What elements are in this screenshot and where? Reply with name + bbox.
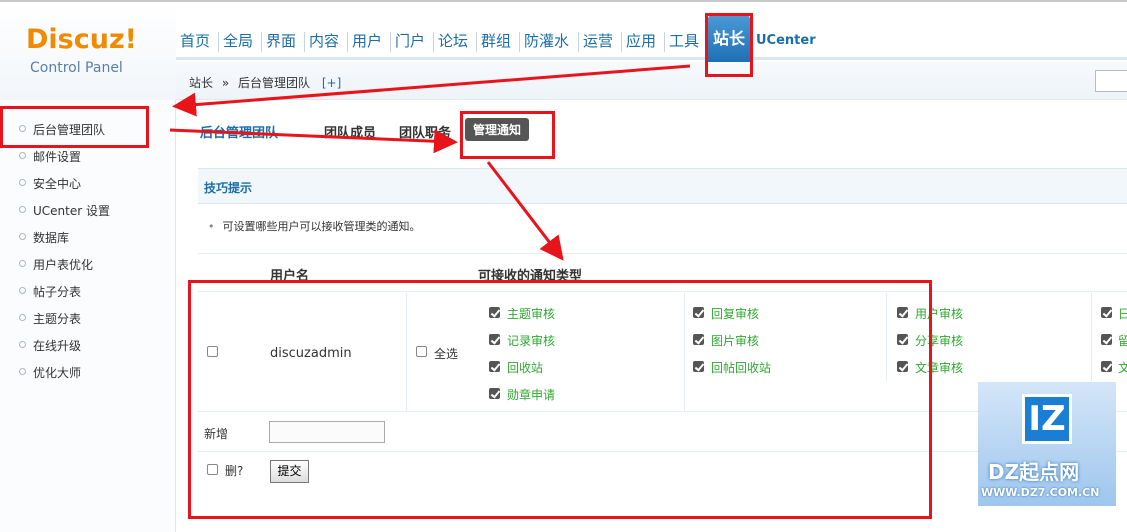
- annotation-arrows: [169, 64, 691, 261]
- watermark: IZ DZ起点网 WWW.DZ7.COM.CN: [978, 382, 1116, 506]
- watermark-logo: IZ: [1022, 394, 1072, 444]
- arrow-to-table: [486, 161, 564, 261]
- arrow-to-sidebar: [172, 64, 691, 117]
- watermark-name: DZ起点网: [988, 460, 1080, 484]
- arrow-to-tab: [169, 128, 458, 154]
- admin-page: Discuz! Control Panel 首页 全局 界面 内容 用户 门户 …: [0, 0, 1127, 532]
- watermark-url: WWW.DZ7.COM.CN: [981, 486, 1100, 499]
